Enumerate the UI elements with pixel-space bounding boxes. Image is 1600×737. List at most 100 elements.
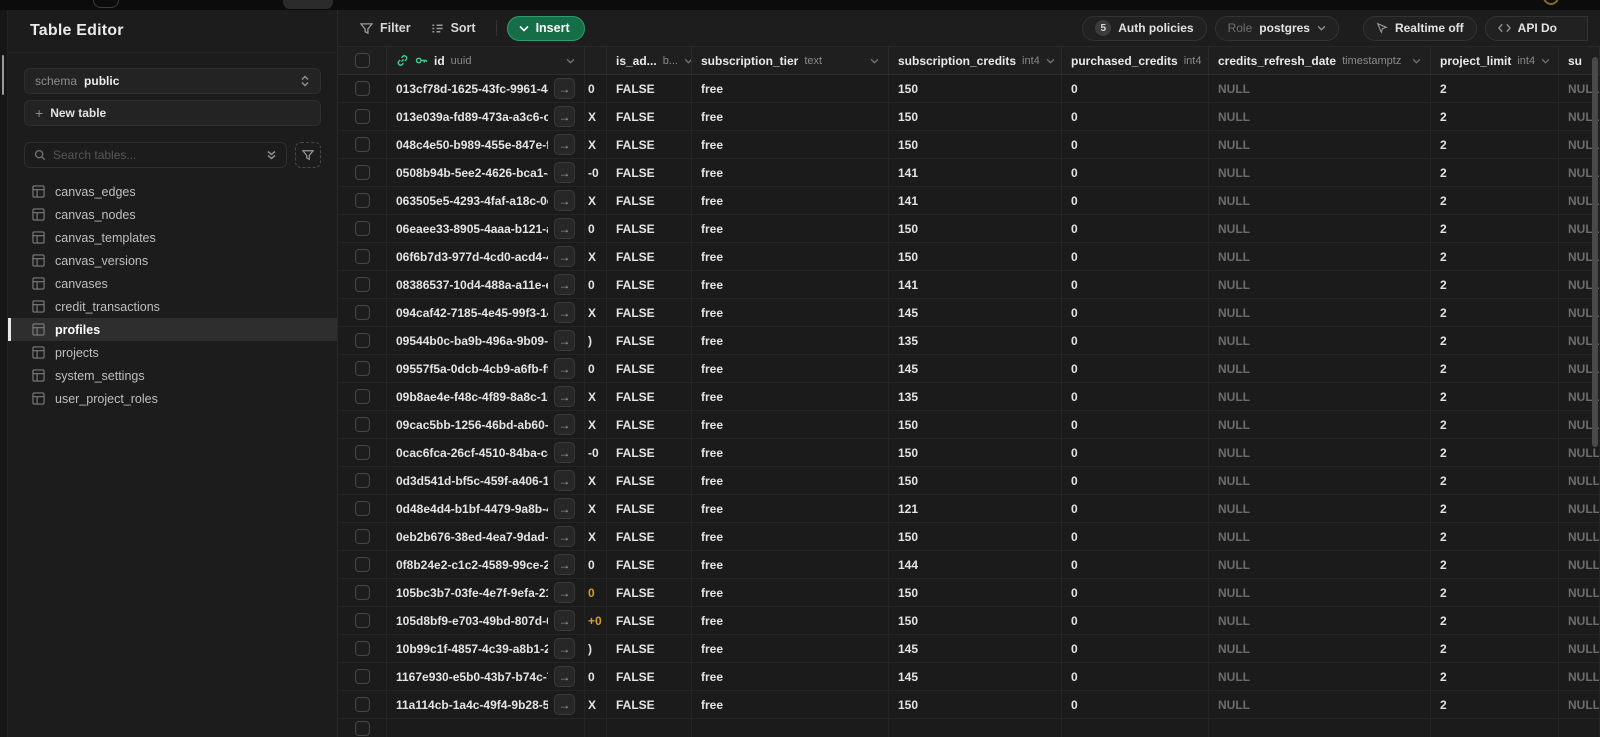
is-admin-cell[interactable]: FALSE (607, 663, 692, 690)
vertical-scrollbar[interactable] (1592, 57, 1598, 447)
id-cell[interactable]: 06f6b7d3-977d-4cd0-acd4-4a78... → (387, 243, 585, 270)
purchased-credits-cell[interactable]: 0 (1062, 663, 1209, 690)
expand-row-button[interactable]: → (554, 470, 575, 491)
clipped-cell[interactable]: 0 (585, 355, 607, 382)
clipped-cell[interactable]: 0 (585, 551, 607, 578)
auth-policies-button[interactable]: 5 Auth policies (1082, 15, 1207, 41)
expand-row-button[interactable]: → (554, 246, 575, 267)
clipped-cell[interactable]: -0 (585, 159, 607, 186)
subscription-tier-cell[interactable]: free (692, 495, 889, 522)
is-admin-cell[interactable]: FALSE (607, 495, 692, 522)
project-limit-cell[interactable]: 2 (1431, 103, 1559, 130)
subscription-tier-cell[interactable]: free (692, 551, 889, 578)
project-limit-cell[interactable]: 2 (1431, 355, 1559, 382)
id-cell[interactable]: 10b99c1f-4857-4c39-a8b1-263b8... → (387, 635, 585, 662)
row-checkbox[interactable] (354, 641, 370, 656)
purchased-credits-cell[interactable]: 0 (1062, 411, 1209, 438)
credits-refresh-date-cell[interactable]: NULL (1209, 467, 1431, 494)
clipped-cell[interactable]: ) (585, 635, 607, 662)
clipped-cell[interactable]: 0 (585, 271, 607, 298)
project-limit-cell[interactable]: 2 (1431, 663, 1559, 690)
purchased-credits-cell[interactable]: 0 (1062, 495, 1209, 522)
expand-row-button[interactable]: → (554, 554, 575, 575)
subscription-tier-cell[interactable]: free (692, 243, 889, 270)
clipped-cell[interactable]: 0 (585, 663, 607, 690)
credits-refresh-date-cell[interactable]: NULL (1209, 495, 1431, 522)
subscription-tier-cell[interactable]: free (692, 579, 889, 606)
credits-refresh-date-cell[interactable]: NULL (1209, 271, 1431, 298)
purchased-credits-cell[interactable]: 0 (1062, 383, 1209, 410)
credits-refresh-date-cell[interactable]: NULL (1209, 299, 1431, 326)
clipped-cell[interactable]: ) (585, 327, 607, 354)
clipped-cell[interactable]: X (585, 103, 607, 130)
project-limit-cell[interactable]: 2 (1431, 635, 1559, 662)
row-checkbox[interactable] (354, 361, 370, 376)
id-cell[interactable]: 0d48e4d4-b1bf-4479-9a8b-4a4b... → (387, 495, 585, 522)
subscription-tier-cell[interactable]: free (692, 355, 889, 382)
subscription-tier-cell[interactable]: free (692, 187, 889, 214)
column-header-purchased-credits[interactable]: purchased_credits int4 (1062, 47, 1209, 74)
purchased-credits-cell[interactable]: 0 (1062, 523, 1209, 550)
row-checkbox[interactable] (354, 81, 370, 96)
clipped-right-cell[interactable]: NULL (1559, 523, 1600, 550)
credits-refresh-date-cell[interactable]: NULL (1209, 551, 1431, 578)
credits-refresh-date-cell[interactable]: NULL (1209, 691, 1431, 718)
subscription-credits-cell[interactable]: 150 (889, 243, 1062, 270)
purchased-credits-cell[interactable]: 0 (1062, 579, 1209, 606)
credits-refresh-date-cell[interactable]: NULL (1209, 607, 1431, 634)
project-limit-cell[interactable]: 2 (1431, 271, 1559, 298)
clipped-right-cell[interactable]: NULL (1559, 495, 1600, 522)
purchased-credits-cell[interactable]: 0 (1062, 75, 1209, 102)
subscription-tier-cell[interactable]: free (692, 411, 889, 438)
column-header-subscription-tier[interactable]: subscription_tier text (692, 47, 889, 74)
realtime-toggle-button[interactable]: Realtime off (1362, 15, 1477, 41)
subscription-tier-cell[interactable]: free (692, 523, 889, 550)
project-limit-cell[interactable]: 2 (1431, 607, 1559, 634)
column-header-project-limit[interactable]: project_limit int4 (1431, 47, 1559, 74)
clipped-cell[interactable]: X (585, 467, 607, 494)
expand-row-button[interactable]: → (554, 582, 575, 603)
clipped-cell[interactable]: X (585, 495, 607, 522)
row-checkbox[interactable] (354, 305, 370, 320)
purchased-credits-cell[interactable]: 0 (1062, 691, 1209, 718)
purchased-credits-cell[interactable]: 0 (1062, 187, 1209, 214)
clipped-right-cell[interactable]: NULL (1559, 607, 1600, 634)
purchased-credits-cell[interactable]: 0 (1062, 215, 1209, 242)
is-admin-cell[interactable]: FALSE (607, 159, 692, 186)
purchased-credits-cell[interactable]: 0 (1062, 103, 1209, 130)
id-cell[interactable]: 063505e5-4293-4faf-a18c-0e65b... → (387, 187, 585, 214)
clipped-cell[interactable]: X (585, 187, 607, 214)
is-admin-cell[interactable]: FALSE (607, 691, 692, 718)
is-admin-cell[interactable]: FALSE (607, 327, 692, 354)
row-checkbox[interactable] (354, 473, 370, 488)
project-limit-cell[interactable]: 2 (1431, 439, 1559, 466)
purchased-credits-cell[interactable]: 0 (1062, 299, 1209, 326)
subscription-credits-cell[interactable]: 150 (889, 691, 1062, 718)
column-header-clipped[interactable] (585, 47, 607, 74)
row-checkbox[interactable] (354, 445, 370, 460)
project-limit-cell[interactable]: 2 (1431, 411, 1559, 438)
project-limit-cell[interactable]: 2 (1431, 523, 1559, 550)
clipped-cell[interactable]: X (585, 691, 607, 718)
id-cell[interactable]: 0f8b24e2-c1c2-4589-99ce-2c52d... → (387, 551, 585, 578)
expand-row-button[interactable]: → (554, 358, 575, 379)
subscription-credits-cell[interactable]: 145 (889, 663, 1062, 690)
row-checkbox[interactable] (354, 389, 370, 404)
select-all-checkbox[interactable] (354, 53, 370, 68)
sidebar-table-item[interactable]: canvas_templates (8, 226, 337, 249)
purchased-credits-cell[interactable]: 0 (1062, 607, 1209, 634)
subscription-tier-cell[interactable]: free (692, 439, 889, 466)
column-header-id[interactable]: id uuid (387, 47, 585, 74)
is-admin-cell[interactable]: FALSE (607, 383, 692, 410)
chevron-down-icon[interactable] (870, 58, 879, 64)
expand-row-button[interactable]: → (554, 610, 575, 631)
id-cell[interactable]: 0508b94b-5ee2-4626-bca1-4bca... → (387, 159, 585, 186)
clipped-cell[interactable]: X (585, 131, 607, 158)
project-limit-cell[interactable]: 2 (1431, 215, 1559, 242)
chevron-down-icon[interactable] (1412, 58, 1421, 64)
subscription-credits-cell[interactable]: 150 (889, 607, 1062, 634)
row-checkbox[interactable] (354, 501, 370, 516)
sidebar-table-item[interactable]: user_project_roles (8, 387, 337, 410)
is-admin-cell[interactable]: FALSE (607, 75, 692, 102)
is-admin-cell[interactable]: FALSE (607, 187, 692, 214)
